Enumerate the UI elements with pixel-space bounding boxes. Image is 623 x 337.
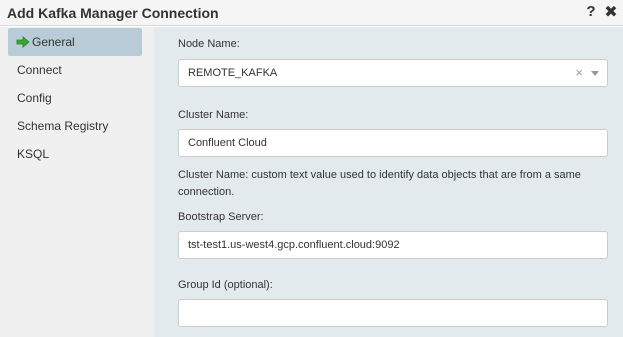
group-id-label: Group Id (optional): bbox=[178, 279, 273, 291]
node-name-label: Node Name: bbox=[178, 38, 240, 50]
clear-icon[interactable]: × bbox=[575, 60, 583, 86]
node-name-select[interactable]: REMOTE_KAFKA × bbox=[178, 59, 608, 87]
dialog-title: Add Kafka Manager Connection bbox=[7, 5, 219, 21]
bootstrap-server-label: Bootstrap Server: bbox=[178, 211, 264, 223]
sidebar-item-label: Config bbox=[17, 91, 52, 105]
arrow-right-icon bbox=[16, 35, 30, 48]
sidebar-item-connect[interactable]: Connect bbox=[8, 56, 142, 84]
sidebar-item-config[interactable]: Config bbox=[8, 84, 142, 112]
sidebar-item-general[interactable]: General bbox=[8, 28, 142, 56]
node-name-value: REMOTE_KAFKA bbox=[188, 67, 278, 79]
dialog-title-bar: Add Kafka Manager Connection ? ✖ bbox=[0, 0, 623, 26]
sidebar: General Connect Config Schema Registry K… bbox=[0, 27, 154, 337]
chevron-down-icon[interactable] bbox=[591, 71, 599, 76]
sidebar-item-label: Schema Registry bbox=[17, 119, 109, 133]
close-icon[interactable]: ✖ bbox=[604, 2, 618, 22]
bootstrap-server-input[interactable] bbox=[178, 231, 608, 259]
cluster-name-input[interactable] bbox=[178, 129, 608, 157]
group-id-input[interactable] bbox=[178, 299, 608, 327]
general-settings-panel: Node Name: REMOTE_KAFKA × Cluster Name: … bbox=[154, 27, 623, 337]
sidebar-item-ksql[interactable]: KSQL bbox=[8, 140, 142, 168]
sidebar-item-schema-registry[interactable]: Schema Registry bbox=[8, 112, 142, 140]
cluster-name-help-text: Cluster Name: custom text value used to … bbox=[178, 169, 581, 198]
sidebar-item-label: KSQL bbox=[17, 147, 50, 161]
cluster-name-label: Cluster Name: bbox=[178, 109, 249, 121]
sidebar-item-label: Connect bbox=[17, 63, 62, 77]
help-icon[interactable]: ? bbox=[585, 3, 597, 20]
sidebar-item-label: General bbox=[32, 35, 75, 49]
